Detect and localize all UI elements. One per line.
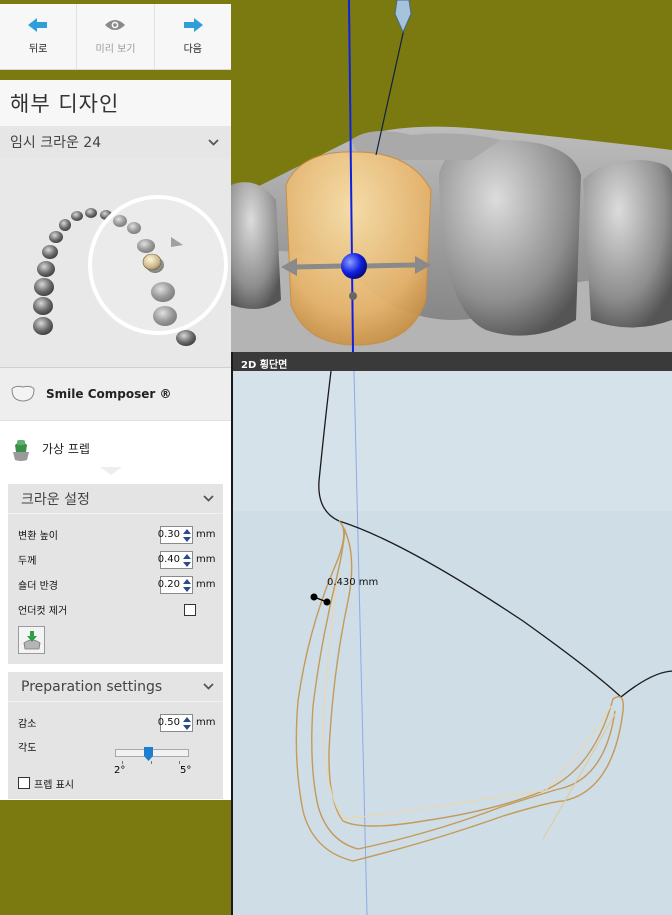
page-title: 해부 디자인 (0, 80, 231, 126)
2d-cross-section-view[interactable]: 2D 횡단면 0.430 mm (231, 352, 672, 915)
selected-tooth (142, 253, 162, 271)
thickness-measurement: 0.430 mm (327, 577, 379, 588)
thickness-stepper[interactable]: 0.40 (157, 550, 193, 569)
next-button[interactable]: 다음 (155, 4, 231, 69)
angle-max-label: 5° (180, 765, 192, 776)
angle-slider-thumb[interactable] (143, 746, 153, 761)
left-panel: 뒤로 미리 보기 다음 해부 디자인 임시 크라운 24 Smile Compo… (0, 0, 231, 915)
smile-composer-item[interactable]: Smile Composer ® (0, 368, 231, 421)
chevron-down-icon (208, 138, 219, 146)
chevron-down-icon (203, 683, 214, 690)
preview-label: 미리 보기 (95, 44, 136, 55)
show-prep-row: 프렙 표시 (18, 773, 213, 793)
stepper-arrows-icon[interactable] (183, 553, 191, 567)
wizard-toolbar: 뒤로 미리 보기 다음 (0, 4, 231, 70)
crown-settings-header[interactable]: 크라운 설정 (8, 484, 223, 514)
tooth-icon (11, 385, 35, 402)
gizmo-center-ball (341, 253, 367, 279)
stepper-arrows-icon[interactable] (183, 528, 191, 542)
transition-height-stepper[interactable]: 0.30 (157, 525, 193, 544)
unit-label: mm (196, 529, 216, 540)
eye-icon (105, 20, 126, 30)
next-label: 다음 (183, 44, 203, 55)
reduction-row: 감소 0.50 mm (18, 710, 216, 735)
2d-view-title: 2D 횡단면 (233, 352, 672, 371)
prep-settings-section: Preparation settings 감소 0.50 mm 각도 2° 5°… (8, 672, 223, 799)
gizmo-pivot-dot (349, 292, 357, 300)
measure-point-b (323, 598, 331, 606)
neighbor-tooth-left (231, 182, 281, 309)
preview-button[interactable]: 미리 보기 (77, 4, 155, 69)
3d-viewport[interactable] (231, 0, 672, 352)
smile-composer-label: Smile Composer ® (46, 387, 172, 401)
stepper-arrows-icon[interactable] (183, 578, 191, 592)
download-tooth-icon (23, 631, 40, 650)
tooth-arch-selector[interactable] (0, 158, 231, 368)
crown-model (285, 151, 432, 346)
shoulder-radius-label: 숄더 반경 (18, 581, 58, 592)
3d-scene (231, 0, 672, 352)
angle-slider-ticks (122, 761, 180, 765)
transition-height-value: 0.30 (157, 529, 180, 540)
show-prep-label: 프렙 표시 (34, 779, 74, 791)
chevron-down-icon (203, 495, 214, 502)
neighbor-tooth-far-right (583, 160, 672, 328)
reduction-value: 0.50 (157, 717, 180, 728)
virtual-prep-label: 가상 프렙 (42, 442, 90, 456)
shoulder-radius-row: 숄더 반경 0.20 mm (18, 572, 216, 597)
unit-label: mm (196, 554, 216, 565)
arrow-left-icon (28, 18, 48, 32)
reduction-stepper[interactable]: 0.50 (157, 713, 193, 732)
thickness-row: 두께 0.40 mm (18, 547, 216, 572)
transition-height-row: 변환 높이 0.30 mm (18, 522, 216, 547)
shoulder-radius-value: 0.20 (157, 579, 180, 590)
back-label: 뒤로 (28, 44, 48, 55)
pointer-notch-icon (100, 467, 122, 475)
stepper-arrows-icon[interactable] (183, 716, 191, 730)
show-prep-checkbox[interactable] (18, 777, 30, 789)
unit-label: mm (196, 579, 216, 590)
undercut-label: 언더컷 제거 (18, 606, 68, 617)
dental-arch-image (33, 195, 228, 346)
thickness-label: 두께 (18, 556, 37, 567)
prep-tooth-icon (13, 439, 29, 461)
transition-height-label: 변환 높이 (18, 531, 58, 542)
crown-settings-title: 크라운 설정 (21, 491, 90, 508)
unit-label: mm (196, 717, 216, 728)
design-panel: 해부 디자인 임시 크라운 24 Smile Composer ® 가상 프렙 … (0, 80, 231, 800)
prep-settings-body: 감소 0.50 mm 각도 2° 5° 프렙 표시 (8, 702, 223, 799)
cross-section-canvas (233, 371, 672, 915)
tooth-selector-label: 임시 크라운 24 (10, 135, 102, 151)
crown-settings-body: 변환 높이 0.30 mm 두께 0.40 mm 숄더 반경 0.20 mm 언… (8, 514, 223, 664)
prep-settings-header[interactable]: Preparation settings (8, 672, 223, 702)
shoulder-radius-stepper[interactable]: 0.20 (157, 575, 193, 594)
thickness-value: 0.40 (157, 554, 180, 565)
back-button[interactable]: 뒤로 (0, 4, 78, 69)
reduction-label: 감소 (18, 719, 37, 730)
crown-settings-section: 크라운 설정 변환 높이 0.30 mm 두께 0.40 mm 숄더 반경 0.… (8, 484, 223, 664)
apply-crown-button[interactable] (18, 626, 45, 654)
tooth-selector[interactable]: 임시 크라운 24 (0, 126, 231, 158)
pen-tool-icon (394, 0, 412, 34)
apply-row (18, 622, 213, 658)
arrow-right-icon (183, 18, 203, 32)
angle-min-label: 2° (114, 765, 126, 776)
undercut-checkbox[interactable] (184, 603, 196, 616)
undercut-row: 언더컷 제거 (18, 597, 213, 622)
measure-point-a (310, 593, 318, 601)
angle-slider[interactable]: 2° 5° (18, 745, 213, 776)
prep-settings-title: Preparation settings (21, 678, 163, 695)
